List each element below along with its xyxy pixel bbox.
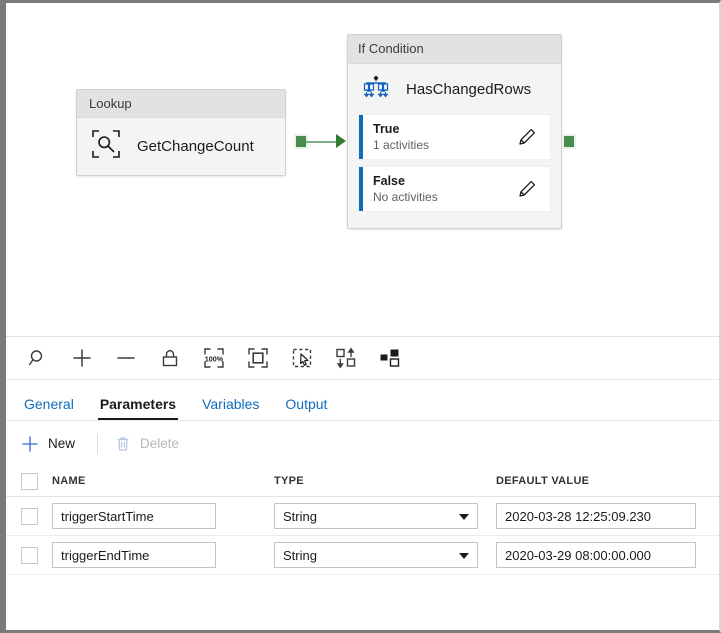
lookup-node-header: Lookup <box>77 90 285 118</box>
if-condition-branch-icon <box>362 73 390 106</box>
lookup-magnifier-icon <box>91 129 121 164</box>
branch-label: False <box>373 174 516 189</box>
tab-parameters[interactable]: Parameters <box>90 396 186 420</box>
table-row <box>6 536 719 575</box>
activity-node-if-condition[interactable]: If Condition <box>347 34 562 229</box>
parameter-name-input[interactable] <box>52 542 216 568</box>
pencil-icon[interactable] <box>516 126 538 148</box>
marquee-select-icon[interactable] <box>280 341 324 375</box>
tab-output[interactable]: Output <box>275 396 337 420</box>
lookup-node-body: GetChangeCount <box>77 118 285 175</box>
if-branch-false[interactable]: False No activities <box>359 167 550 211</box>
canvas-zoom-toolbar: 100% <box>6 337 719 380</box>
cell-name <box>52 503 274 529</box>
properties-tabs: General Parameters Variables Output <box>6 380 719 421</box>
if-node-header: If Condition <box>348 35 561 64</box>
cell-name <box>52 542 274 568</box>
parameter-default-value-input[interactable] <box>496 542 696 568</box>
delete-parameter-label: Delete <box>140 436 179 451</box>
branch-text: True 1 activities <box>373 122 516 153</box>
row-select-cell <box>6 508 52 525</box>
trash-icon <box>114 435 132 453</box>
lookup-node-title: GetChangeCount <box>137 138 254 155</box>
zoom-out-icon[interactable] <box>104 341 148 375</box>
lock-icon[interactable] <box>148 341 192 375</box>
pencil-icon[interactable] <box>516 178 538 200</box>
parameter-default-value-input[interactable] <box>496 503 696 529</box>
connector-line <box>306 141 340 143</box>
if-condition-output-port[interactable] <box>562 134 576 149</box>
activity-node-lookup[interactable]: Lookup GetChangeCount <box>76 89 286 176</box>
branch-label: True <box>373 122 516 137</box>
row-checkbox[interactable] <box>21 547 38 564</box>
cell-type <box>274 542 496 568</box>
new-parameter-button[interactable]: New <box>20 434 81 454</box>
tab-general[interactable]: General <box>14 396 84 420</box>
pipeline-canvas[interactable]: Lookup GetChangeCount <box>6 3 719 337</box>
zoom-to-fit-icon[interactable] <box>236 341 280 375</box>
select-all-cell <box>6 473 52 490</box>
branch-accent-bar <box>359 167 363 211</box>
parameter-type-select-wrapper[interactable] <box>274 503 478 529</box>
parameters-command-bar: New Delete <box>6 421 719 466</box>
column-header-default-value: DEFAULT VALUE <box>496 475 719 487</box>
row-select-cell <box>6 547 52 564</box>
svg-text:100%: 100% <box>205 355 224 364</box>
if-branch-true[interactable]: True 1 activities <box>359 115 550 159</box>
parameters-table: NAME TYPE DEFAULT VALUE <box>6 466 719 575</box>
if-node-title-row: HasChangedRows <box>348 64 561 115</box>
pipeline-editor: Lookup GetChangeCount <box>0 0 721 633</box>
branch-activity-count: 1 activities <box>373 138 516 153</box>
delete-parameter-button[interactable]: Delete <box>114 435 185 453</box>
table-row <box>6 497 719 536</box>
cell-type <box>274 503 496 529</box>
auto-align-icon[interactable] <box>324 341 368 375</box>
zoom-search-icon[interactable] <box>16 341 60 375</box>
column-header-type: TYPE <box>274 475 496 487</box>
table-header-row: NAME TYPE DEFAULT VALUE <box>6 466 719 497</box>
branch-text: False No activities <box>373 174 516 205</box>
cell-default-value <box>496 503 719 529</box>
cell-default-value <box>496 542 719 568</box>
if-node-title: HasChangedRows <box>406 81 531 98</box>
parameter-type-select[interactable] <box>274 503 478 529</box>
parameter-type-select-wrapper[interactable] <box>274 542 478 568</box>
connector-arrow-icon <box>336 134 346 148</box>
new-parameter-label: New <box>48 436 75 451</box>
zoom-100-percent-icon[interactable]: 100% <box>192 341 236 375</box>
branch-activity-count: No activities <box>373 190 516 205</box>
zoom-in-icon[interactable] <box>60 341 104 375</box>
tab-variables[interactable]: Variables <box>192 396 269 420</box>
parameter-name-input[interactable] <box>52 503 216 529</box>
parameter-type-select[interactable] <box>274 542 478 568</box>
select-all-checkbox[interactable] <box>21 473 38 490</box>
row-checkbox[interactable] <box>21 508 38 525</box>
command-bar-separator <box>97 434 98 454</box>
column-header-name: NAME <box>52 475 274 487</box>
plus-icon <box>20 434 40 454</box>
layout-icon[interactable] <box>368 341 412 375</box>
if-node-spacer <box>348 219 561 228</box>
branch-accent-bar <box>359 115 363 159</box>
